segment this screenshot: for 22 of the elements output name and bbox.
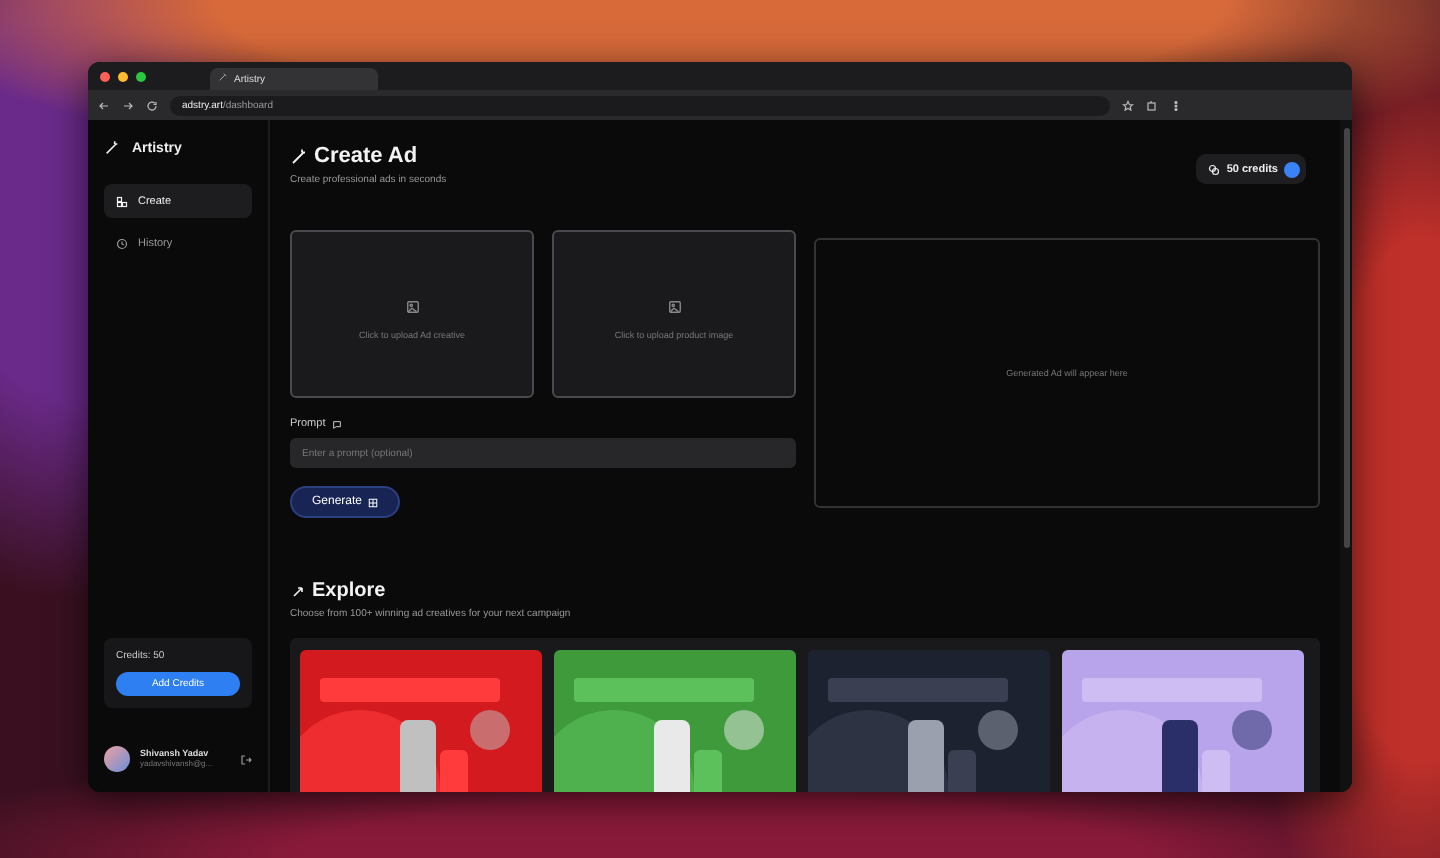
minimize-button[interactable] xyxy=(118,71,128,81)
wand-icon xyxy=(104,140,120,156)
image-icon xyxy=(405,300,419,314)
page-title: Create Ad xyxy=(314,144,418,168)
image-icon xyxy=(667,300,681,314)
reload-icon xyxy=(146,99,158,111)
star-icon xyxy=(1122,99,1134,111)
scrollbar[interactable] xyxy=(1343,128,1349,548)
maximize-button[interactable] xyxy=(136,71,146,81)
more-icon xyxy=(1170,99,1182,111)
close-button[interactable] xyxy=(100,71,110,81)
forward-icon xyxy=(122,99,134,111)
back-icon xyxy=(98,99,110,111)
grid-icon xyxy=(368,497,379,507)
wand-icon xyxy=(290,147,308,165)
coins-icon xyxy=(1208,163,1221,175)
chat-icon xyxy=(331,419,342,429)
avatar[interactable] xyxy=(104,745,130,771)
section-title: Explore xyxy=(312,580,386,602)
grid-icon xyxy=(116,195,128,207)
logout-icon xyxy=(240,754,252,766)
clock-icon xyxy=(116,237,128,249)
